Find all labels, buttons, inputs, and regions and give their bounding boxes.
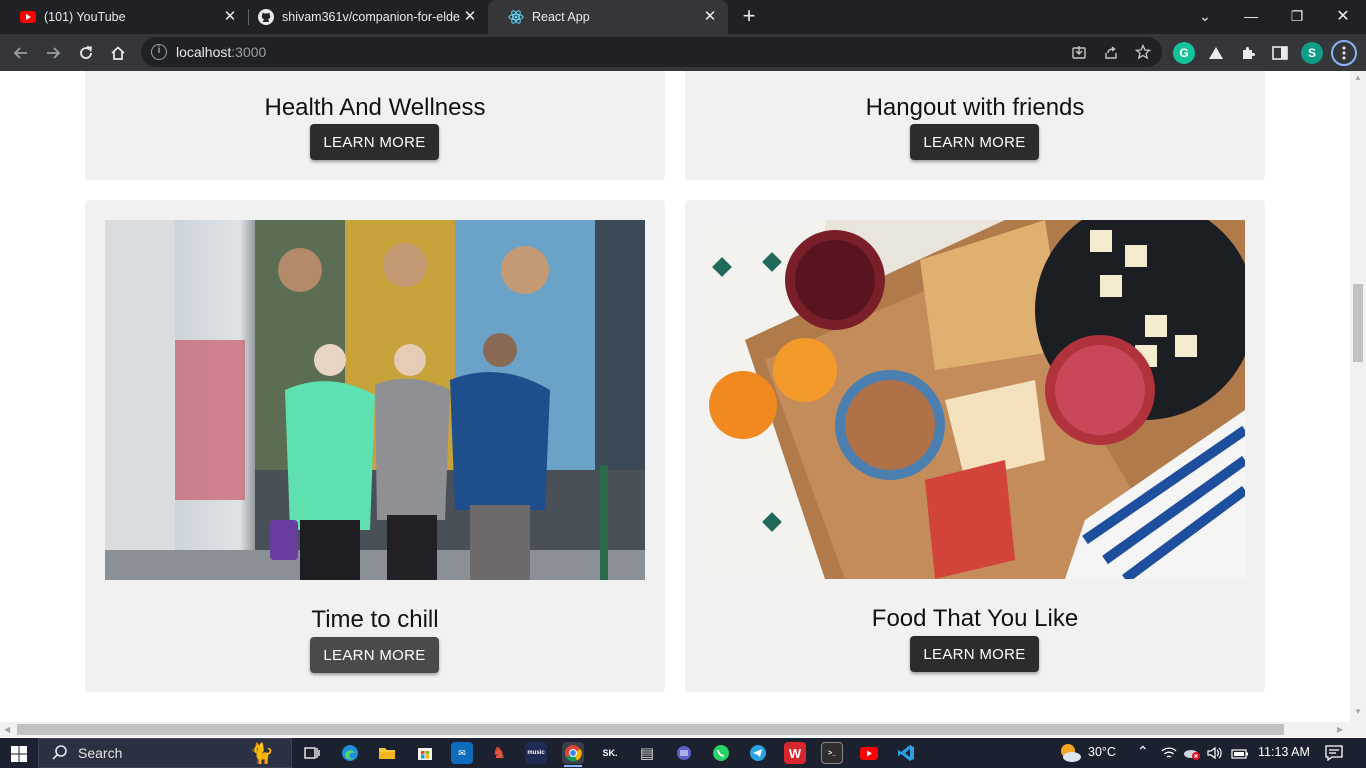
browser-toolbar: i localhost:3000 G S — [0, 34, 1366, 71]
search-icon — [52, 745, 67, 760]
vertical-scrollbar[interactable]: ▲ ▼ — [1350, 71, 1366, 722]
horizontal-scrollbar[interactable]: ◀ ▶ — [0, 722, 1366, 737]
share-icon[interactable] — [1101, 42, 1121, 62]
extensions-puzzle-icon[interactable] — [1237, 42, 1259, 64]
close-tab-icon[interactable]: ✕ — [222, 9, 238, 25]
scroll-left-arrow-icon[interactable]: ◀ — [4, 725, 10, 734]
learn-more-button[interactable]: LEARN MORE — [310, 124, 439, 160]
weather-icon[interactable] — [1058, 742, 1082, 769]
home-button[interactable] — [105, 40, 131, 66]
card-title: Health And Wellness — [264, 94, 486, 121]
clock-time[interactable]: 11:13 AM — [1258, 745, 1310, 759]
app-icon[interactable]: ♞ — [488, 742, 510, 764]
vscode-icon[interactable] — [895, 742, 917, 764]
windows-taskbar: Search 🐈 ✉ ♞ music SK. ▤ W >_ 30°C ⌃ 11:… — [0, 738, 1366, 768]
card-time-to-chill: Time to chill LEARN MORE — [85, 200, 665, 692]
card-title: Food That You Like — [871, 605, 1079, 632]
tab-react-app[interactable]: React App ✕ — [488, 0, 728, 34]
back-button[interactable] — [8, 40, 34, 66]
tab-title: React App — [532, 10, 590, 24]
youtube-icon[interactable] — [858, 742, 880, 764]
close-tab-icon[interactable]: ✕ — [462, 9, 478, 25]
chrome-icon[interactable] — [562, 742, 584, 764]
wifi-icon[interactable] — [1161, 746, 1177, 765]
tab-title: shivam361v/companion-for-elde — [282, 10, 460, 24]
food-platter-photo — [705, 220, 1245, 579]
weather-temperature[interactable]: 30°C — [1088, 745, 1116, 759]
reload-icon — [80, 46, 93, 59]
wps-icon[interactable]: W — [784, 742, 806, 764]
mail-icon[interactable]: ✉ — [451, 742, 473, 764]
sk-app-icon[interactable]: SK. — [599, 742, 621, 764]
scroll-down-arrow-icon[interactable]: ▼ — [1354, 707, 1362, 716]
notepad-icon[interactable]: ▤ — [636, 742, 658, 764]
back-arrow-icon — [13, 47, 27, 59]
onedrive-error-icon[interactable] — [1183, 746, 1201, 765]
edge-icon[interactable] — [339, 742, 361, 764]
minimize-button[interactable]: — — [1228, 0, 1274, 32]
scroll-right-arrow-icon[interactable]: ▶ — [1337, 725, 1343, 734]
vertical-scroll-thumb[interactable] — [1353, 284, 1363, 362]
grammarly-icon[interactable]: G — [1173, 42, 1195, 64]
bookmark-star-icon[interactable] — [1133, 42, 1153, 62]
address-bar[interactable]: i localhost:3000 — [141, 37, 1162, 67]
tab-github[interactable]: shivam361v/companion-for-elde ✕ — [238, 0, 488, 34]
app-icon[interactable] — [673, 742, 695, 764]
kebab-menu-icon — [1342, 46, 1346, 60]
home-icon — [111, 46, 125, 60]
tab-title: (101) YouTube — [44, 10, 126, 24]
tab-youtube[interactable]: (101) YouTube ✕ — [0, 0, 248, 34]
windows-start-icon[interactable] — [11, 746, 27, 767]
file-explorer-icon[interactable] — [376, 742, 398, 764]
restore-button[interactable]: ❐ — [1274, 0, 1320, 32]
scroll-up-arrow-icon[interactable]: ▲ — [1354, 73, 1362, 82]
learn-more-button[interactable]: LEARN MORE — [910, 636, 1039, 672]
chevron-up-icon[interactable]: ⌃ — [1137, 743, 1149, 760]
forward-button[interactable] — [40, 40, 66, 66]
tab-search-chevron-icon[interactable]: ⌄ — [1182, 0, 1228, 32]
drive-extension-icon[interactable] — [1205, 42, 1227, 64]
card-health-and-wellness: Health And Wellness LEARN MORE — [85, 71, 665, 180]
search-label: Search — [78, 745, 123, 761]
amazon-music-icon[interactable]: music — [525, 742, 547, 764]
github-icon — [258, 9, 274, 25]
store-icon[interactable] — [414, 742, 436, 764]
battery-icon[interactable] — [1231, 747, 1249, 765]
cat-search-highlight-icon: 🐈 — [249, 743, 274, 765]
site-info-icon[interactable]: i — [151, 44, 167, 60]
telegram-icon[interactable] — [747, 742, 769, 764]
taskbar-search-box[interactable]: Search 🐈 — [38, 738, 292, 768]
youtube-icon — [20, 9, 36, 25]
learn-more-button[interactable]: LEARN MORE — [910, 124, 1039, 160]
reload-button[interactable] — [73, 40, 99, 66]
horizontal-scroll-thumb[interactable] — [17, 724, 1284, 735]
card-title: Hangout with friends — [865, 94, 1085, 121]
close-tab-icon[interactable]: ✕ — [702, 9, 718, 25]
whatsapp-icon[interactable] — [710, 742, 732, 764]
active-app-indicator — [564, 765, 582, 767]
forward-arrow-icon — [47, 47, 61, 59]
learn-more-button[interactable]: LEARN MORE — [310, 637, 439, 673]
card-title: Time to chill — [311, 606, 439, 633]
terminal-icon[interactable]: >_ — [821, 742, 843, 764]
new-tab-button[interactable]: + — [738, 5, 760, 27]
chrome-menu-button[interactable] — [1331, 40, 1357, 66]
volume-icon[interactable] — [1207, 746, 1223, 765]
side-panel-icon[interactable] — [1269, 42, 1291, 64]
elderly-friends-walking-photo — [105, 220, 645, 580]
notification-center-icon[interactable] — [1325, 745, 1343, 766]
profile-avatar[interactable]: S — [1301, 42, 1323, 64]
page-viewport: Health And Wellness LEARN MORE Hangout w… — [0, 71, 1350, 722]
browser-tab-strip: (101) YouTube ✕ shivam361v/companion-for… — [0, 0, 1366, 34]
task-view-icon[interactable] — [301, 742, 323, 764]
close-window-button[interactable]: ✕ — [1320, 0, 1366, 32]
react-icon — [508, 9, 524, 25]
card-hangout-with-friends: Hangout with friends LEARN MORE — [685, 71, 1265, 180]
card-food-that-you-like: Food That You Like LEARN MORE — [685, 200, 1265, 692]
address-text: localhost:3000 — [176, 44, 267, 60]
install-app-icon[interactable] — [1069, 42, 1089, 62]
